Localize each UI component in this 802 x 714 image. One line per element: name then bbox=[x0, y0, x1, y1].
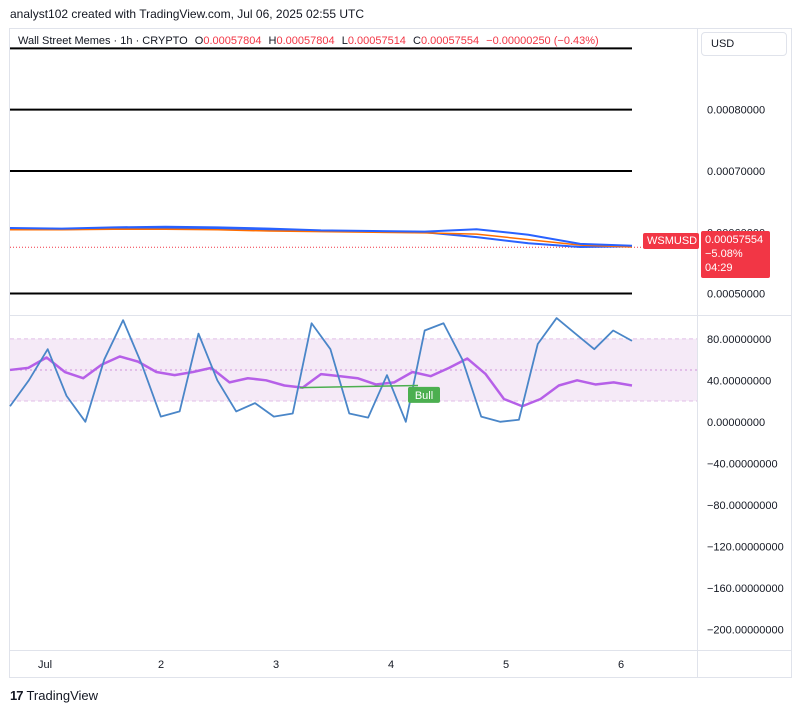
symbol-legend: Wall Street Memes · 1h · CRYPTO O0.00057… bbox=[18, 35, 599, 47]
last-price-value: 0.00057554 bbox=[705, 234, 764, 246]
time-tick-label: 2 bbox=[158, 659, 164, 671]
oscillator-tick-label: −80.00000000 bbox=[707, 500, 778, 512]
time-tick-label: 6 bbox=[618, 659, 624, 671]
price-tick-label: 0.00070000 bbox=[707, 166, 765, 178]
legend-low-value: 0.00057514 bbox=[347, 35, 406, 47]
time-tick-label: 4 bbox=[388, 659, 394, 671]
price-tick-label: 0.00080000 bbox=[707, 105, 765, 117]
legend-close-label: C bbox=[413, 35, 421, 47]
legend-high-label: H bbox=[268, 35, 277, 47]
oscillator-tick-label: −160.00000000 bbox=[707, 583, 784, 595]
time-tick-label: 3 bbox=[273, 659, 279, 671]
currency-button[interactable]: USD bbox=[701, 32, 787, 56]
legend-close-value: 0.00057554 bbox=[420, 35, 480, 47]
oscillator-tick-label: 80.00000000 bbox=[707, 334, 771, 346]
time-tick-label: 5 bbox=[503, 659, 509, 671]
time-tick-label: Jul bbox=[38, 659, 52, 671]
legend-high-value: 0.00057804 bbox=[276, 35, 335, 47]
tradingview-footer[interactable]: 17 TradingView bbox=[10, 688, 98, 703]
legend-symbol[interactable]: Wall Street Memes · 1h · CRYPTO bbox=[18, 35, 188, 47]
chart-canvas[interactable]: Bull 0.000900000.000800000.000700000.000… bbox=[0, 0, 802, 714]
tradingview-logo-icon: 17 bbox=[10, 688, 24, 703]
oscillator-tick-label: 0.00000000 bbox=[707, 417, 765, 429]
tradingview-brand: TradingView bbox=[26, 688, 99, 703]
symbol-price-tag: WSMUSD bbox=[643, 233, 699, 249]
oscillator-tick-label: −120.00000000 bbox=[707, 541, 784, 553]
last-price-tag: 0.00057554 −5.08% 04:29 bbox=[701, 231, 770, 278]
bar-countdown: 04:29 bbox=[705, 262, 733, 274]
price-tick-label: 0.00050000 bbox=[707, 289, 765, 301]
oscillator-tick-label: −200.00000000 bbox=[707, 624, 784, 636]
last-price-change: −5.08% bbox=[705, 248, 743, 260]
oscillator-tick-label: −40.00000000 bbox=[707, 458, 778, 470]
bull-label-text: Bull bbox=[415, 390, 433, 402]
legend-change: −0.00000250 (−0.43%) bbox=[486, 35, 599, 47]
oscillator-tick-label: 40.00000000 bbox=[707, 375, 771, 387]
legend-open-value: 0.00057804 bbox=[203, 35, 262, 47]
